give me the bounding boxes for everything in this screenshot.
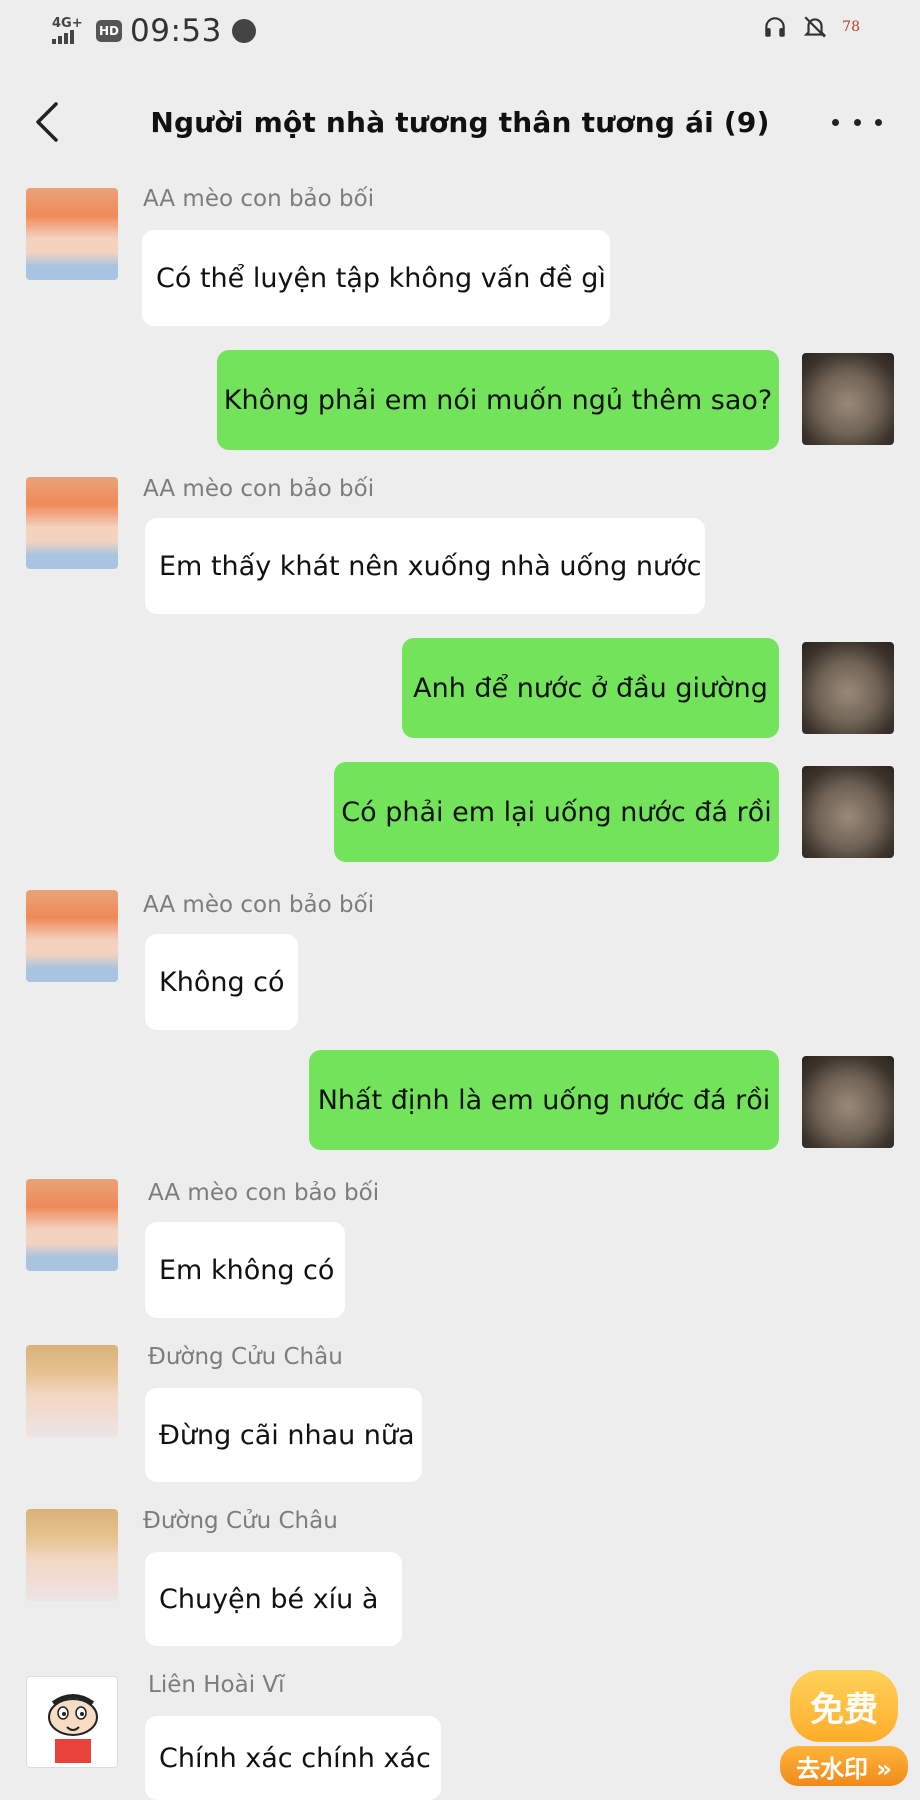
hd-badge: HD (96, 20, 122, 42)
sender-name: AA mèo con bảo bối (148, 1180, 380, 1206)
clock: 09:53 (130, 13, 222, 49)
remove-watermark-badge[interactable]: 免费 去水印 » (780, 1664, 908, 1792)
avatar[interactable] (802, 1056, 894, 1148)
avatar[interactable] (26, 890, 118, 982)
network-type: 4G+ (52, 16, 83, 31)
message-bubble[interactable]: Không phải em nói muốn ngủ thêm sao? (217, 350, 779, 450)
status-bar: 4G+ HD 09:53 78 (0, 0, 920, 62)
more-options-icon[interactable] (832, 104, 882, 140)
chat-header: Người một nhà tương thân tương ái (9) (0, 80, 920, 164)
message-bubble[interactable]: Em không có (145, 1222, 345, 1318)
free-label: 免费 (790, 1670, 898, 1742)
back-arrow-icon[interactable] (28, 100, 68, 144)
avatar[interactable] (26, 188, 118, 280)
message-bubble[interactable]: Chuyện bé xíu à (145, 1552, 402, 1646)
message-bubble[interactable]: Nhất định là em uống nước đá rồi (309, 1050, 779, 1150)
message-bubble[interactable]: Không có (145, 934, 298, 1030)
sender-name: Đường Cửu Châu (143, 1508, 338, 1534)
avatar[interactable] (26, 1509, 118, 1601)
message-bubble[interactable]: Có thể luyện tập không vấn đề gì (142, 230, 610, 326)
avatar[interactable] (26, 477, 118, 569)
avatar[interactable] (26, 1179, 118, 1271)
remove-watermark-label: 去水印 » (780, 1746, 908, 1786)
sender-name: AA mèo con bảo bối (143, 186, 375, 212)
chat-title: Người một nhà tương thân tương ái (9) (150, 105, 770, 139)
avatar[interactable] (26, 1345, 118, 1437)
cartoon-avatar-icon (48, 1694, 98, 1763)
sender-name: Đường Cửu Châu (148, 1344, 343, 1370)
message-bubble[interactable]: Có phải em lại uống nước đá rồi (334, 762, 779, 862)
message-bubble[interactable]: Anh để nước ở đầu giường (402, 638, 779, 738)
sender-name: AA mèo con bảo bối (143, 892, 375, 918)
message-bubble[interactable]: Đừng cãi nhau nữa (145, 1388, 422, 1482)
mute-bell-icon (803, 16, 827, 38)
avatar[interactable] (802, 642, 894, 734)
sender-name: AA mèo con bảo bối (143, 476, 375, 502)
avatar[interactable] (26, 1676, 118, 1768)
avatar[interactable] (802, 353, 894, 445)
message-bubble[interactable]: Chính xác chính xác (145, 1716, 441, 1800)
sender-name: Liên Hoài Vĩ (148, 1672, 285, 1698)
signal-icon: 4G+ (52, 16, 90, 46)
message-bubble[interactable]: Em thấy khát nên xuống nhà uống nước (145, 518, 705, 614)
avatar[interactable] (802, 766, 894, 858)
app-notification-icon (231, 19, 256, 43)
battery-level: 78 (842, 19, 860, 35)
headphones-icon (765, 17, 785, 37)
